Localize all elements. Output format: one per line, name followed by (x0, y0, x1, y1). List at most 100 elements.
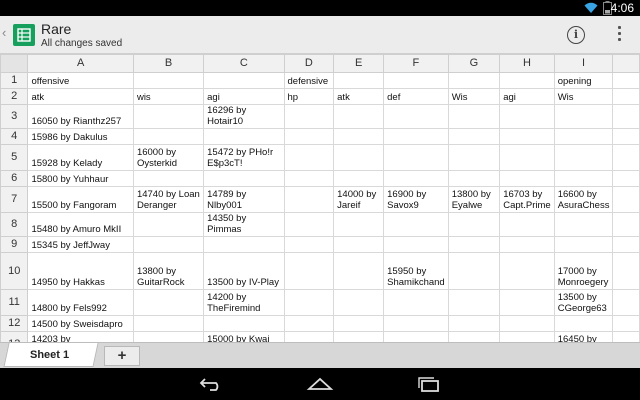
cell-overflow[interactable] (612, 88, 640, 105)
cell-i13[interactable]: 16450 by Pagoibos (553, 331, 614, 342)
cell-e11[interactable] (333, 289, 385, 316)
row-header[interactable]: 11 (0, 289, 29, 316)
cell-c10[interactable]: 13500 by IV-Play (203, 252, 285, 290)
cell-a2[interactable]: atk (27, 88, 134, 105)
row-header[interactable]: 2 (0, 88, 29, 105)
cell-overflow[interactable] (612, 212, 640, 237)
cell-a11[interactable]: 14800 by Fels992 (27, 289, 134, 316)
back-chevron-icon[interactable]: ‹ (2, 25, 6, 40)
row-header[interactable]: 3 (0, 104, 29, 129)
cell-e13[interactable] (333, 331, 385, 342)
column-header-i[interactable]: I (553, 54, 614, 73)
row-header[interactable]: 9 (0, 236, 29, 253)
cell-d3[interactable] (283, 104, 335, 129)
cell-g12[interactable] (447, 315, 501, 332)
cell-i1[interactable]: opening (553, 72, 614, 89)
column-header-c[interactable]: C (203, 54, 285, 73)
cell-g7[interactable]: 13800 by Eyalwe (447, 186, 501, 213)
cell-d4[interactable] (283, 128, 335, 145)
cell-a5[interactable]: 15928 by Kelady (27, 144, 134, 171)
cell-g5[interactable] (447, 144, 501, 171)
cell-c2[interactable]: agi (203, 88, 285, 105)
cell-g3[interactable] (447, 104, 501, 129)
column-header-e[interactable]: E (333, 54, 385, 73)
cell-b9[interactable] (132, 236, 205, 253)
column-header-g[interactable]: G (447, 54, 501, 73)
cell-e4[interactable] (333, 128, 385, 145)
cell-overflow[interactable] (612, 236, 640, 253)
row-header[interactable]: 7 (0, 186, 29, 213)
cell-i4[interactable] (553, 128, 614, 145)
cell-a7[interactable]: 15500 by Fangoram (27, 186, 134, 213)
column-header-f[interactable]: F (383, 54, 449, 73)
cell-f13[interactable] (383, 331, 449, 342)
cell-a9[interactable]: 15345 by JeffJway (27, 236, 134, 253)
cell-d2[interactable]: hp (283, 88, 335, 105)
cell-e1[interactable] (333, 72, 385, 89)
cell-d5[interactable] (283, 144, 335, 171)
cell-f4[interactable] (383, 128, 449, 145)
row-header[interactable]: 13 (0, 331, 29, 342)
cell-f6[interactable] (383, 170, 449, 187)
cell-overflow[interactable] (612, 331, 640, 342)
cell-c12[interactable] (203, 315, 285, 332)
cell-g10[interactable] (447, 252, 501, 290)
select-all-corner[interactable] (0, 54, 29, 73)
cell-b13[interactable] (132, 331, 205, 342)
cell-overflow[interactable] (612, 128, 640, 145)
cell-e10[interactable] (333, 252, 385, 290)
cell-h1[interactable] (499, 72, 555, 89)
cell-a8[interactable]: 15480 by Amuro MkII (27, 212, 134, 237)
cell-h10[interactable] (499, 252, 555, 290)
cell-d8[interactable] (283, 212, 335, 237)
cell-c9[interactable] (203, 236, 285, 253)
cell-f3[interactable] (383, 104, 449, 129)
back-nav-icon[interactable] (198, 376, 224, 392)
cell-d13[interactable] (283, 331, 335, 342)
row-header[interactable]: 5 (0, 144, 29, 171)
column-header-h[interactable]: H (499, 54, 555, 73)
cell-i10[interactable]: 17000 by Monroegery (553, 252, 614, 290)
cell-e7[interactable]: 14000 by Jareif (333, 186, 385, 213)
cell-g8[interactable] (447, 212, 501, 237)
cell-f5[interactable] (383, 144, 449, 171)
cell-b11[interactable] (132, 289, 205, 316)
cell-a1[interactable]: offensive (27, 72, 134, 89)
cell-c4[interactable] (203, 128, 285, 145)
cell-c6[interactable] (203, 170, 285, 187)
cell-c5[interactable]: 15472 by PHo!r E$p3cT! (203, 144, 285, 171)
cell-overflow[interactable] (612, 252, 640, 290)
column-header-overflow[interactable] (612, 54, 640, 73)
cell-g4[interactable] (447, 128, 501, 145)
cell-i8[interactable] (553, 212, 614, 237)
cell-e2[interactable]: atk (333, 88, 385, 105)
home-nav-icon[interactable] (306, 376, 334, 392)
cell-h11[interactable] (499, 289, 555, 316)
add-sheet-button[interactable]: + (104, 346, 140, 366)
row-header[interactable]: 4 (0, 128, 29, 145)
cell-h6[interactable] (499, 170, 555, 187)
cell-i5[interactable] (553, 144, 614, 171)
cell-d10[interactable] (283, 252, 335, 290)
cell-b8[interactable] (132, 212, 205, 237)
column-header-d[interactable]: D (283, 54, 335, 73)
cell-b4[interactable] (132, 128, 205, 145)
cell-a10[interactable]: 14950 by Hakkas (27, 252, 134, 290)
cell-b2[interactable]: wis (132, 88, 205, 105)
cell-overflow[interactable] (612, 186, 640, 213)
cell-i2[interactable]: Wis (553, 88, 614, 105)
cell-i6[interactable] (553, 170, 614, 187)
cell-b10[interactable]: 13800 by GuitarRock (132, 252, 205, 290)
cell-overflow[interactable] (612, 170, 640, 187)
cell-c7[interactable]: 14789 by Nlby001 (203, 186, 285, 213)
cell-g1[interactable] (447, 72, 501, 89)
cell-a12[interactable]: 14500 by Sweisdapro (27, 315, 134, 332)
cell-e12[interactable] (333, 315, 385, 332)
cell-i3[interactable] (553, 104, 614, 129)
cell-c3[interactable]: 16296 by Hotair10 (203, 104, 285, 129)
cell-b3[interactable] (132, 104, 205, 129)
cell-f12[interactable] (383, 315, 449, 332)
cell-g9[interactable] (447, 236, 501, 253)
cell-i11[interactable]: 13500 by CGeorge63 (553, 289, 614, 316)
cell-h7[interactable]: 16703 by Capt.Prime (499, 186, 555, 213)
